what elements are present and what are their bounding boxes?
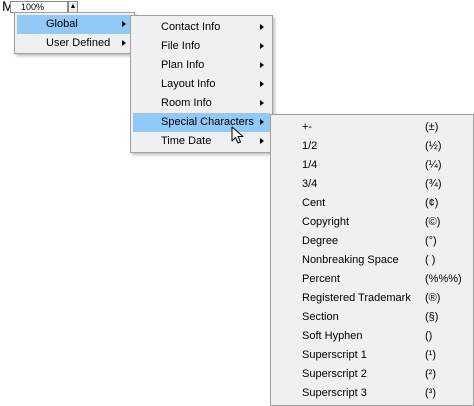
- menu-item-label: Soft Hyphen: [302, 330, 363, 342]
- menu-item-value: (³): [425, 387, 436, 399]
- menu-item-label: Superscript 1: [302, 349, 367, 361]
- menu-item-value: (%%%): [425, 273, 462, 285]
- menu-item-label: Plan Info: [161, 59, 205, 71]
- menu-item-value: (°): [425, 235, 437, 247]
- menu-item-label: User Defined: [46, 37, 111, 49]
- menu-item-[interactable]: +- (±): [273, 118, 471, 137]
- menu-item-label: 3/4: [302, 178, 318, 190]
- menu-item-cent[interactable]: Cent (¢): [273, 194, 471, 213]
- submenu-special-characters: +- (±) 1/2 (½) 1/4 (¼) 3/4 (¾) Cent (¢) Copyright (…: [270, 114, 474, 406]
- menu-item-label: Superscript 2: [302, 368, 367, 380]
- menu-item-label: Degree: [302, 235, 339, 247]
- menu-item-label: Layout Info: [161, 78, 216, 90]
- menu-item-value: (¢): [425, 197, 439, 209]
- menu-item-registered-trademark[interactable]: Registered Trademark (®): [273, 289, 471, 308]
- menu-item-percent[interactable]: Percent (%%%): [273, 270, 471, 289]
- menu-item-contact-info[interactable]: Contact Info: [133, 18, 270, 37]
- menu-item-label: Section: [302, 311, 339, 323]
- menu-item-superscript-1[interactable]: Superscript 1 (¹): [273, 346, 471, 365]
- menu-item-user-defined[interactable]: User Defined: [17, 34, 132, 53]
- menu-item-label: File Info: [161, 40, 201, 52]
- menu-item-value: (): [425, 330, 433, 342]
- submenu-arrow-icon: [260, 138, 264, 144]
- menu-item-section[interactable]: Section (§): [273, 308, 471, 327]
- menu-item-label: 1/4: [302, 159, 318, 171]
- submenu-arrow-icon: [122, 21, 126, 27]
- menu-item-value: (®): [425, 292, 441, 304]
- submenu-arrow-icon: [260, 119, 264, 125]
- context-menu-level-1: Global User Defined: [14, 12, 135, 54]
- menu-item-layout-info[interactable]: Layout Info: [133, 75, 270, 94]
- submenu-arrow-icon: [260, 81, 264, 87]
- menu-item-label: Contact Info: [161, 21, 221, 33]
- menu-item-value: (§): [425, 311, 439, 323]
- submenu-global: Contact Info File Info Plan Info Layout Inf…: [130, 15, 273, 153]
- menu-item-1-4[interactable]: 1/4 (¼): [273, 156, 471, 175]
- menu-item-file-info[interactable]: File Info: [133, 37, 270, 56]
- submenu-arrow-icon: [260, 24, 264, 30]
- menu-item-superscript-3[interactable]: Superscript 3 (³): [273, 384, 471, 403]
- menu-item-value: (²): [425, 368, 436, 380]
- menu-item-value: (¹): [425, 349, 436, 361]
- menu-item-plan-info[interactable]: Plan Info: [133, 56, 270, 75]
- menu-item-label: Copyright: [302, 216, 350, 228]
- submenu-arrow-icon: [260, 100, 264, 106]
- menu-item-degree[interactable]: Degree (°): [273, 232, 471, 251]
- menu-item-label: Room Info: [161, 97, 212, 109]
- mouse-pointer-icon: [231, 126, 244, 144]
- menu-item-3-4[interactable]: 3/4 (¾): [273, 175, 471, 194]
- submenu-arrow-icon: [122, 40, 126, 46]
- menu-item-time-date[interactable]: Time Date: [133, 132, 270, 151]
- menu-item-value: (½): [425, 140, 442, 152]
- menu-item-global[interactable]: Global: [17, 15, 132, 34]
- menu-item-copyright[interactable]: Copyright (©): [273, 213, 471, 232]
- menu-item-special-characters[interactable]: Special Characters: [133, 113, 270, 132]
- menu-item-nonbreaking-space[interactable]: Nonbreaking Space ( ): [273, 251, 471, 270]
- menu-item-label: Cent: [302, 197, 326, 209]
- menu-item-label: Nonbreaking Space: [302, 254, 399, 266]
- menu-item-value: (¾): [425, 178, 442, 190]
- menu-item-value: (©): [425, 216, 441, 228]
- menu-item-label: Percent: [302, 273, 340, 285]
- menu-item-value: ( ): [425, 254, 436, 266]
- menu-item-value: (¼): [425, 159, 442, 171]
- menu-item-room-info[interactable]: Room Info: [133, 94, 270, 113]
- menu-item-label: Global: [46, 18, 78, 30]
- menu-item-label: Time Date: [161, 135, 212, 147]
- submenu-arrow-icon: [260, 62, 264, 68]
- menu-item-label: +-: [302, 121, 313, 133]
- submenu-arrow-icon: [260, 43, 264, 49]
- menu-item-label: Registered Trademark: [302, 292, 411, 304]
- menu-item-1-2[interactable]: 1/2 (½): [273, 137, 471, 156]
- menu-item-label: 1/2: [302, 140, 318, 152]
- menu-item-soft-hyphen[interactable]: Soft Hyphen (): [273, 327, 471, 346]
- menu-item-value: (±): [425, 121, 439, 133]
- menu-item-label: Superscript 3: [302, 387, 367, 399]
- menu-item-superscript-2[interactable]: Superscript 2 (²): [273, 365, 471, 384]
